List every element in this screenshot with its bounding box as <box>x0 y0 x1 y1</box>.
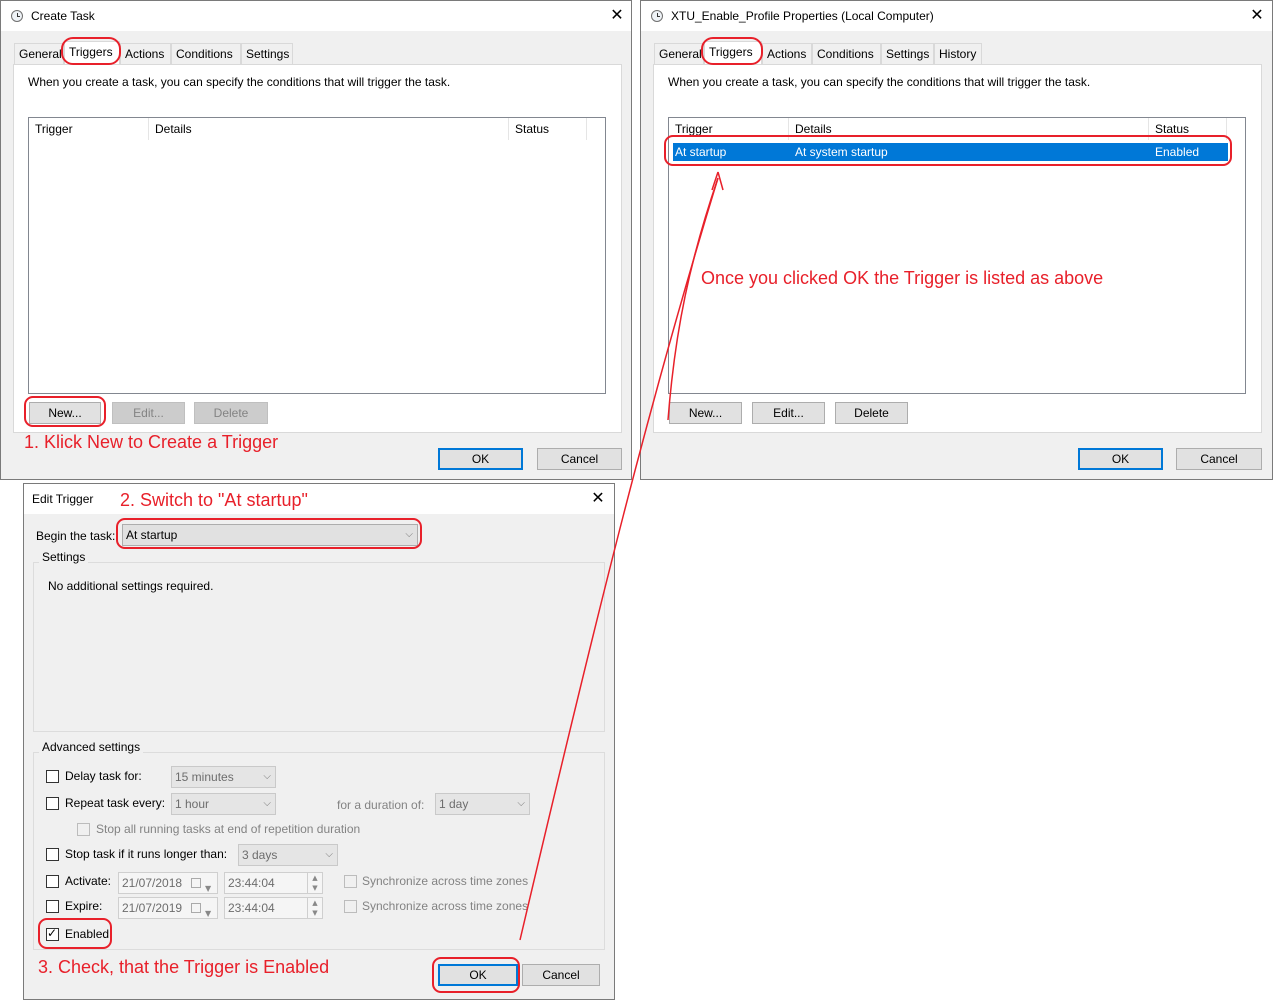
annotation-arrow <box>519 171 724 941</box>
